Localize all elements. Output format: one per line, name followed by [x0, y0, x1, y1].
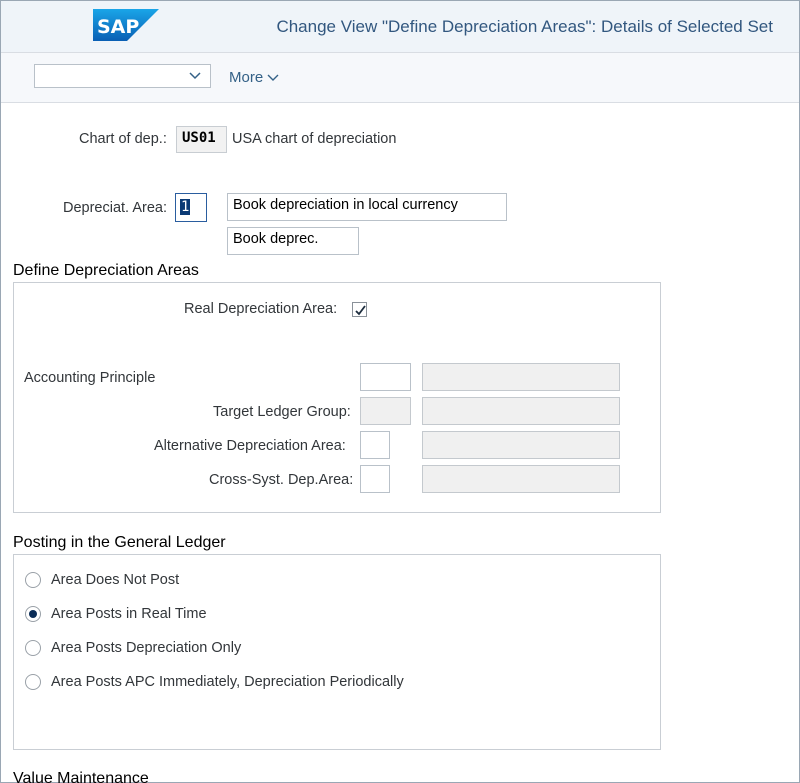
- dep-area-field[interactable]: 1: [175, 193, 207, 222]
- alt-dep-area-desc: [422, 431, 620, 459]
- radio-option-real-time[interactable]: Area Posts in Real Time: [25, 606, 207, 622]
- radio-label: Area Posts in Real Time: [51, 606, 207, 622]
- radio-option-apc-immediately[interactable]: Area Posts APC Immediately, Depreciation…: [25, 674, 404, 690]
- radio-button[interactable]: [25, 674, 41, 690]
- cross-syst-field[interactable]: [360, 465, 390, 493]
- more-button-label: More: [229, 69, 264, 86]
- accounting-principle-desc: [422, 363, 620, 391]
- radio-button-selected[interactable]: [25, 606, 41, 622]
- real-dep-label: Real Depreciation Area:: [184, 301, 338, 317]
- dep-area-value: 1: [180, 199, 191, 215]
- alt-dep-area-label: Alternative Depreciation Area:: [154, 438, 346, 454]
- dep-area-short-text-field[interactable]: Book deprec.: [227, 227, 359, 255]
- radio-label: Area Does Not Post: [51, 572, 180, 588]
- checkmark-icon: [355, 305, 366, 316]
- cross-syst-label: Cross-Syst. Dep.Area:: [209, 472, 354, 488]
- chevron-down-icon: [189, 72, 201, 80]
- real-dep-checkbox[interactable]: [352, 302, 367, 317]
- value-section-title: Value Maintenance: [13, 770, 149, 783]
- chevron-down-icon: [267, 74, 279, 81]
- chart-of-dep-label: Chart of dep.:: [79, 131, 167, 147]
- dep-area-long-text-field[interactable]: Book depreciation in local currency: [227, 193, 507, 221]
- page-title: Change View "Define Depreciation Areas":…: [276, 17, 773, 36]
- alt-dep-area-field[interactable]: [360, 431, 390, 459]
- svg-text:SAP: SAP: [97, 16, 139, 38]
- radio-button[interactable]: [25, 640, 41, 656]
- target-ledger-field[interactable]: [360, 397, 411, 425]
- dep-area-label: Depreciat. Area:: [63, 200, 167, 216]
- more-button[interactable]: More: [229, 69, 279, 86]
- chart-of-dep-description: USA chart of depreciation: [232, 131, 397, 147]
- toolbar: More: [1, 53, 799, 103]
- chart-of-dep-field[interactable]: US01: [176, 126, 227, 153]
- shell-header: SAP Change View "Define Depreciation Are…: [1, 1, 799, 53]
- accounting-principle-field[interactable]: [360, 363, 411, 391]
- target-ledger-desc: [422, 397, 620, 425]
- radio-button[interactable]: [25, 572, 41, 588]
- accounting-principle-label: Accounting Principle: [24, 370, 156, 386]
- sap-logo[interactable]: SAP: [93, 9, 159, 41]
- command-select[interactable]: [34, 64, 211, 88]
- cross-syst-desc: [422, 465, 620, 493]
- define-section-title: Define Depreciation Areas: [13, 262, 199, 279]
- radio-label: Area Posts APC Immediately, Depreciation…: [51, 674, 404, 690]
- radio-option-no-post[interactable]: Area Does Not Post: [25, 572, 179, 588]
- radio-option-dep-only[interactable]: Area Posts Depreciation Only: [25, 640, 241, 656]
- posting-section-title: Posting in the General Ledger: [13, 534, 226, 551]
- target-ledger-label: Target Ledger Group:: [213, 404, 351, 420]
- radio-label: Area Posts Depreciation Only: [51, 640, 242, 656]
